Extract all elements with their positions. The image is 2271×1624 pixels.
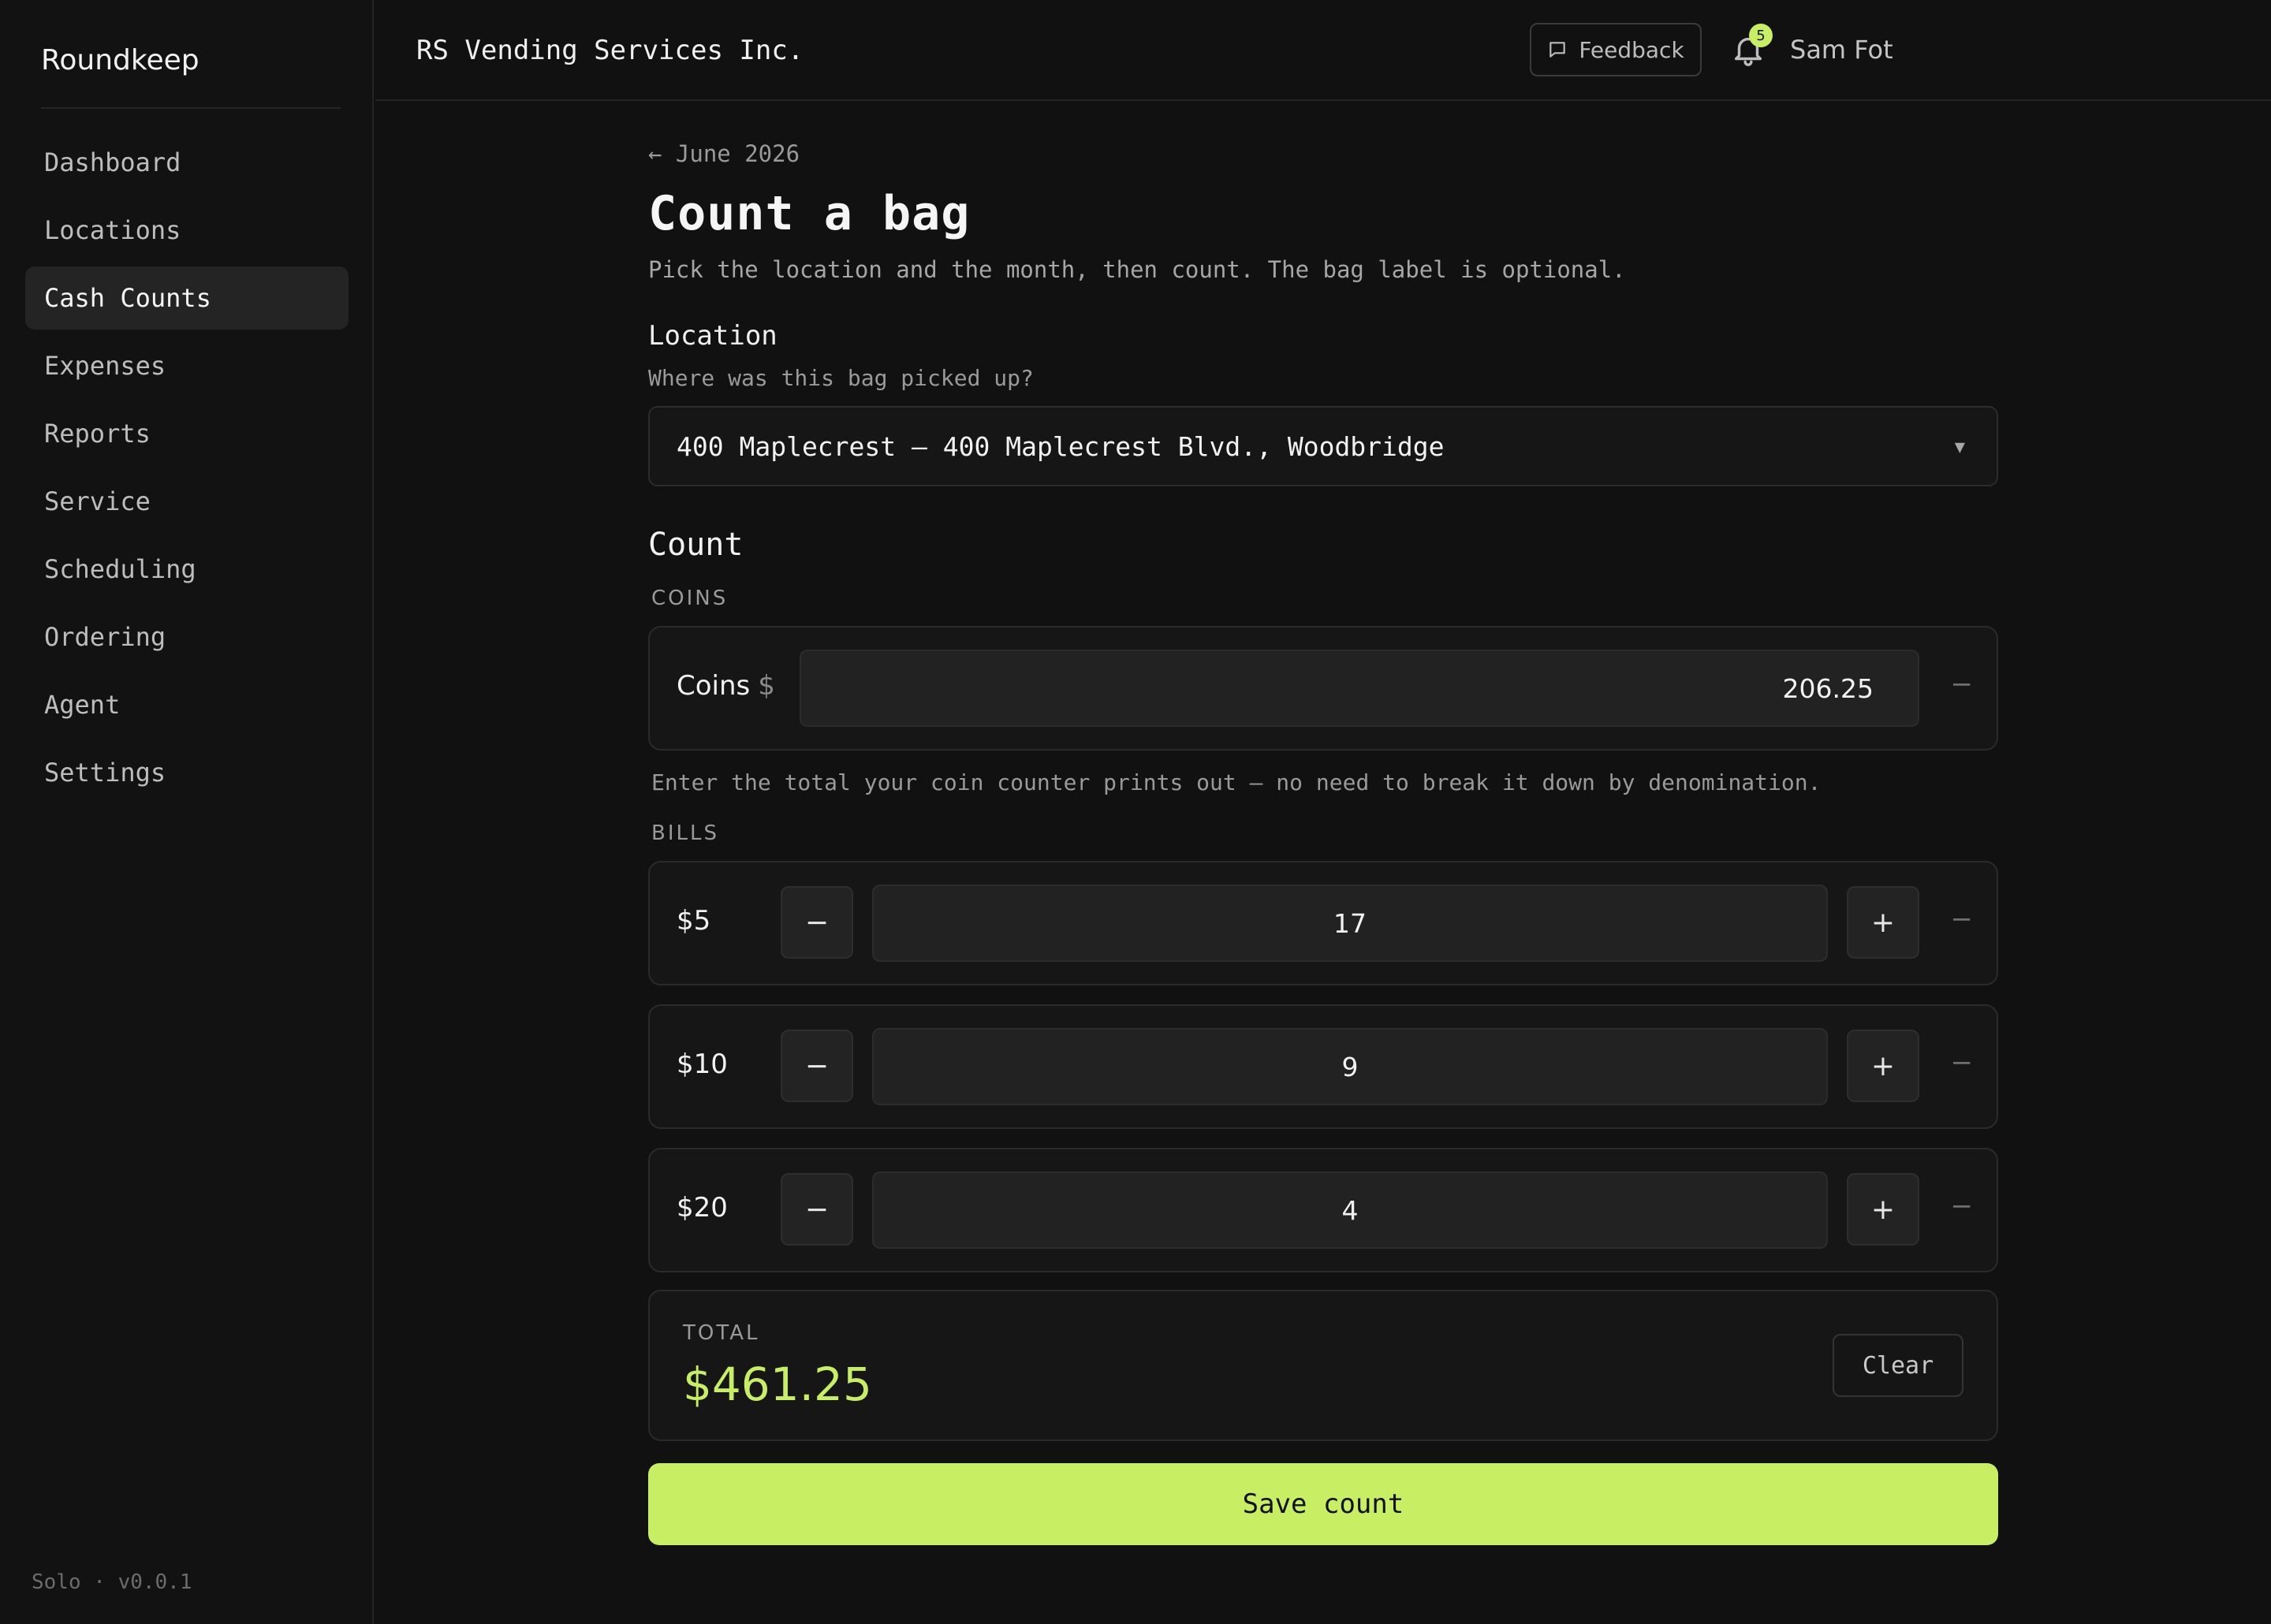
bill-row-5: $5 − 17 + −: [648, 861, 1998, 985]
save-count-button[interactable]: Save count: [648, 1463, 1998, 1545]
sidebar-item-dashboard[interactable]: Dashboard: [25, 131, 349, 194]
total-label: TOTAL: [683, 1321, 760, 1345]
feedback-button[interactable]: Feedback: [1530, 23, 1702, 76]
increment-button[interactable]: +: [1847, 1030, 1919, 1102]
organization-name: RS Vending Services Inc.: [416, 35, 804, 66]
location-select[interactable]: 400 Maplecrest — 400 Maplecrest Blvd., W…: [648, 406, 1998, 486]
sidebar-item-agent[interactable]: Agent: [25, 673, 349, 736]
bill-row-10: $10 − 9 + −: [648, 1004, 1998, 1129]
brand-name[interactable]: Roundkeep: [41, 44, 200, 76]
sidebar-item-expenses[interactable]: Expenses: [25, 334, 349, 397]
top-bar: RS Vending Services Inc.: [375, 0, 2271, 101]
remove-bill-button[interactable]: −: [1951, 1047, 1974, 1078]
location-label: Location: [648, 320, 778, 352]
increment-button[interactable]: +: [1847, 886, 1919, 959]
notification-badge: 5: [1749, 24, 1773, 47]
bill-quantity-input[interactable]: 17: [872, 885, 1828, 962]
page-subtitle: Pick the location and the month, then co…: [648, 256, 1626, 283]
total-card: TOTAL $461.25 Clear: [648, 1290, 1998, 1441]
sidebar-item-service[interactable]: Service: [25, 470, 349, 533]
decrement-button[interactable]: −: [781, 886, 853, 959]
app-version: Solo · v0.0.1: [32, 1570, 192, 1594]
chevron-down-icon: ▼: [1954, 438, 1965, 457]
remove-bill-button[interactable]: −: [1951, 1190, 1974, 1222]
coins-label: Coins $: [677, 670, 775, 702]
feedback-label: Feedback: [1579, 36, 1684, 63]
bill-denomination: $5: [677, 905, 711, 937]
sidebar-item-cash-counts[interactable]: Cash Counts: [25, 266, 349, 330]
bill-denomination: $20: [677, 1192, 728, 1224]
bills-heading: BILLS: [651, 821, 719, 845]
bill-quantity-input[interactable]: 9: [872, 1028, 1828, 1105]
sidebar-nav: Dashboard Locations Cash Counts Expenses…: [25, 131, 349, 809]
bill-row-20: $20 − 4 + −: [648, 1148, 1998, 1272]
count-heading: Count: [648, 527, 744, 563]
location-help: Where was this bag picked up?: [648, 365, 1034, 391]
coins-heading: COINS: [651, 587, 729, 610]
sidebar: Roundkeep Dashboard Locations Cash Count…: [0, 0, 374, 1624]
total-amount: $461.25: [683, 1358, 872, 1411]
remove-bill-button[interactable]: −: [1951, 903, 1974, 935]
sidebar-item-locations[interactable]: Locations: [25, 199, 349, 262]
coins-help: Enter the total your coin counter prints…: [651, 769, 1822, 795]
remove-coins-button[interactable]: −: [1951, 669, 1974, 700]
sidebar-item-settings[interactable]: Settings: [25, 741, 349, 804]
sidebar-item-scheduling[interactable]: Scheduling: [25, 538, 349, 601]
user-name[interactable]: Sam Fot: [1790, 35, 1893, 65]
sidebar-item-ordering[interactable]: Ordering: [25, 605, 349, 669]
sidebar-item-reports[interactable]: Reports: [25, 402, 349, 465]
sidebar-divider: [41, 107, 341, 109]
back-link[interactable]: ← June 2026: [648, 140, 800, 167]
bill-quantity-input[interactable]: 4: [872, 1171, 1828, 1249]
location-selected-value: 400 Maplecrest — 400 Maplecrest Blvd., W…: [677, 430, 1445, 462]
decrement-button[interactable]: −: [781, 1173, 853, 1246]
increment-button[interactable]: +: [1847, 1173, 1919, 1246]
bill-denomination: $10: [677, 1049, 728, 1080]
coins-amount-input[interactable]: 206.25: [800, 650, 1919, 727]
decrement-button[interactable]: −: [781, 1030, 853, 1102]
coins-row: Coins $ 206.25 −: [648, 626, 1998, 751]
clear-button[interactable]: Clear: [1833, 1334, 1963, 1397]
message-square-icon: [1549, 42, 1566, 58]
page-title: Count a bag: [648, 186, 971, 241]
